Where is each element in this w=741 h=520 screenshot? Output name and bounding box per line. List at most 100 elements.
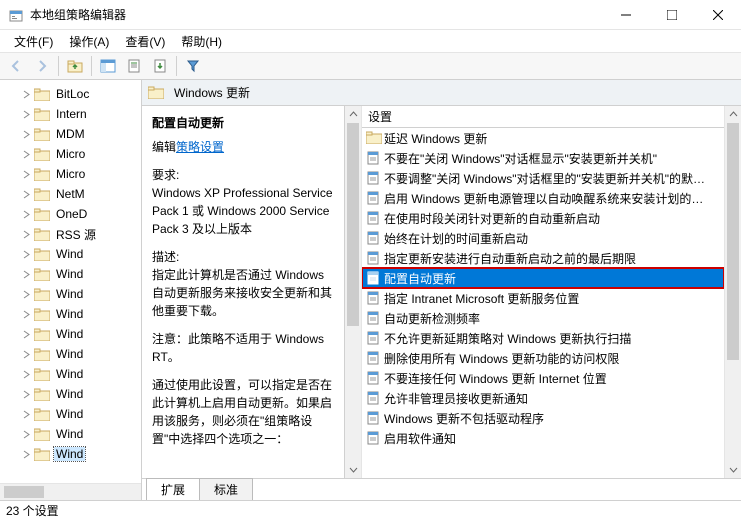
tree-item[interactable]: BitLoc [0, 84, 141, 104]
setting-icon [366, 431, 380, 445]
expand-icon[interactable] [20, 388, 32, 400]
tree-item[interactable]: NetM [0, 184, 141, 204]
list-v-scrollbar[interactable] [724, 106, 741, 478]
tree-item-label: Intern [54, 107, 89, 121]
expand-icon[interactable] [20, 368, 32, 380]
list-row[interactable]: 在使用时段关闭针对更新的自动重新启动 [362, 208, 724, 228]
list-row[interactable]: 始终在计划的时间重新启动 [362, 228, 724, 248]
tree[interactable]: BitLocInternMDMMicroMicroNetMOneDRSS 源Wi… [0, 80, 141, 483]
list-row[interactable]: 不要连接任何 Windows 更新 Internet 位置 [362, 368, 724, 388]
folder-icon [34, 188, 50, 201]
menu-action[interactable]: 操作(A) [61, 31, 117, 52]
back-button[interactable] [4, 55, 28, 77]
list-row[interactable]: 删除使用所有 Windows 更新功能的访问权限 [362, 348, 724, 368]
list-row[interactable]: 指定更新安装进行自动重新启动之前的最后期限 [362, 248, 724, 268]
tree-item[interactable]: Wind [0, 404, 141, 424]
expand-icon[interactable] [20, 228, 32, 240]
list-item-label: 不要在"关闭 Windows"对话框显示"安装更新并关机" [384, 150, 657, 167]
tree-item[interactable]: Wind [0, 364, 141, 384]
list-item-label: 指定 Intranet Microsoft 更新服务位置 [384, 290, 579, 307]
tree-item[interactable]: Wind [0, 284, 141, 304]
list-row[interactable]: 启用 Windows 更新电源管理以自动唤醒系统来安装计划的… [362, 188, 724, 208]
tree-item[interactable]: OneD [0, 204, 141, 224]
folder-icon [34, 408, 50, 421]
expand-icon[interactable] [20, 448, 32, 460]
tree-item-label: Micro [54, 147, 87, 161]
tree-item[interactable]: Micro [0, 164, 141, 184]
description-text: 指定此计算机是否通过 Windows 自动更新服务来接收安全更新和其他重要下载。 [152, 268, 332, 318]
tree-item[interactable]: Micro [0, 144, 141, 164]
list-row[interactable]: Windows 更新不包括驱动程序 [362, 408, 724, 428]
tree-item-label: Wind [54, 367, 85, 381]
expand-icon[interactable] [20, 328, 32, 340]
close-button[interactable] [695, 0, 741, 30]
menu-file[interactable]: 文件(F) [6, 31, 61, 52]
expand-icon[interactable] [20, 108, 32, 120]
expand-icon[interactable] [20, 168, 32, 180]
properties-button[interactable] [122, 55, 146, 77]
folder-icon [34, 348, 50, 361]
tree-item-label: Wind [54, 267, 85, 281]
folder-icon [34, 248, 50, 261]
tree-item[interactable]: MDM [0, 124, 141, 144]
expand-icon[interactable] [20, 248, 32, 260]
expand-icon[interactable] [20, 268, 32, 280]
list-item-label: 延迟 Windows 更新 [384, 130, 487, 147]
folder-icon [34, 168, 50, 181]
setting-icon [366, 311, 380, 325]
list-item-label: 不要连接任何 Windows 更新 Internet 位置 [384, 370, 607, 387]
forward-button[interactable] [30, 55, 54, 77]
expand-icon[interactable] [20, 428, 32, 440]
settings-list[interactable]: 延迟 Windows 更新不要在"关闭 Windows"对话框显示"安装更新并关… [362, 128, 724, 478]
list-row[interactable]: 配置自动更新 [362, 268, 724, 288]
tree-item[interactable]: Wind [0, 344, 141, 364]
tree-item[interactable]: Wind [0, 384, 141, 404]
expand-icon[interactable] [20, 408, 32, 420]
list-row[interactable]: 不允许更新延期策略对 Windows 更新执行扫描 [362, 328, 724, 348]
setting-icon [366, 351, 380, 365]
export-button[interactable] [148, 55, 172, 77]
tree-item[interactable]: Wind [0, 304, 141, 324]
tree-item[interactable]: Wind [0, 444, 141, 464]
list-row[interactable]: 启用软件通知 [362, 428, 724, 448]
tree-item[interactable]: RSS 源 [0, 224, 141, 244]
tree-h-scrollbar[interactable] [0, 483, 141, 500]
tab-standard[interactable]: 标准 [199, 478, 253, 500]
tree-item[interactable]: Intern [0, 104, 141, 124]
filter-button[interactable] [181, 55, 205, 77]
list-row[interactable]: 允许非管理员接收更新通知 [362, 388, 724, 408]
expand-icon[interactable] [20, 188, 32, 200]
maximize-button[interactable] [649, 0, 695, 30]
up-button[interactable] [63, 55, 87, 77]
minimize-button[interactable] [603, 0, 649, 30]
list-row[interactable]: 指定 Intranet Microsoft 更新服务位置 [362, 288, 724, 308]
tree-item-label: Micro [54, 167, 87, 181]
edit-policy-link[interactable]: 策略设置 [176, 140, 224, 154]
setting-icon [366, 151, 380, 165]
expand-icon[interactable] [20, 88, 32, 100]
tree-item[interactable]: Wind [0, 324, 141, 344]
tree-item[interactable]: Wind [0, 424, 141, 444]
setting-icon [366, 191, 380, 205]
list-row[interactable]: 不要调整"关闭 Windows"对话框里的"安装更新并关机"的默… [362, 168, 724, 188]
menu-help[interactable]: 帮助(H) [173, 31, 230, 52]
setting-icon [366, 371, 380, 385]
tree-item[interactable]: Wind [0, 264, 141, 284]
tab-extended[interactable]: 扩展 [146, 478, 200, 500]
show-hide-tree-button[interactable] [96, 55, 120, 77]
list-row[interactable]: 自动更新检测频率 [362, 308, 724, 328]
list-row[interactable]: 延迟 Windows 更新 [362, 128, 724, 148]
tree-item-label: Wind [54, 347, 85, 361]
expand-icon[interactable] [20, 308, 32, 320]
expand-icon[interactable] [20, 148, 32, 160]
column-header-setting[interactable]: 设置 [362, 106, 724, 128]
desc-v-scrollbar[interactable] [345, 106, 362, 478]
expand-icon[interactable] [20, 208, 32, 220]
expand-icon[interactable] [20, 348, 32, 360]
expand-icon[interactable] [20, 128, 32, 140]
tree-item[interactable]: Wind [0, 244, 141, 264]
tree-item-label: RSS 源 [54, 226, 98, 243]
list-row[interactable]: 不要在"关闭 Windows"对话框显示"安装更新并关机" [362, 148, 724, 168]
expand-icon[interactable] [20, 288, 32, 300]
menu-view[interactable]: 查看(V) [117, 31, 173, 52]
